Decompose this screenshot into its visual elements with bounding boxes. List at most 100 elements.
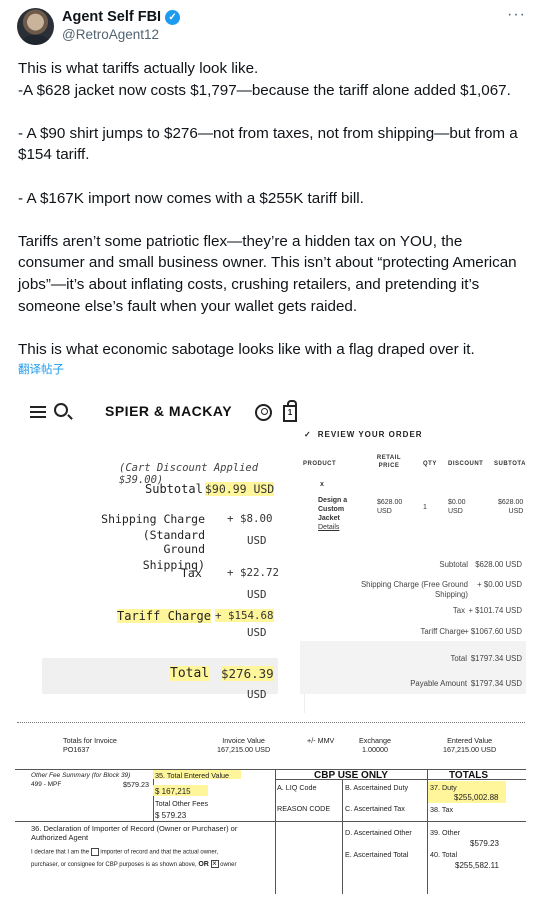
declaration-line-1: I declare that I am the importer of reco… xyxy=(31,848,218,858)
cbp-text: 167,215.00 USD xyxy=(217,745,271,754)
tax-label: Tax xyxy=(181,566,202,580)
other-fee-summary: Other Fee Summary (for Block 39) 499 - M… xyxy=(31,771,130,789)
tweet-image[interactable]: SPIER & MACKAY 1 (Cart Discount Applied … xyxy=(15,390,526,894)
item-details-link: Details xyxy=(318,524,340,531)
search-icon xyxy=(54,403,68,417)
remove-item-icon: x xyxy=(320,481,324,488)
block35-value: $ 167,215 xyxy=(155,787,191,796)
author-avatar[interactable] xyxy=(17,8,54,45)
hamburger-menu-icon xyxy=(30,406,46,418)
col-retail-price: RETAIL PRICE xyxy=(374,454,404,470)
declaration-heading: 36. Declaration of Importer of Record (O… xyxy=(31,824,237,842)
cbp-text: purchaser, or consignee for CBP purposes… xyxy=(31,862,197,868)
rv-tax-value: + $101.74 USD xyxy=(468,606,522,615)
col-retail-line: PRICE xyxy=(378,463,400,469)
cbp-text: owner xyxy=(220,862,237,868)
declaration-line-2: purchaser, or consignee for CBP purposes… xyxy=(31,860,237,870)
cbp-text: 499 - MPF xyxy=(31,781,62,788)
shop-header: SPIER & MACKAY 1 xyxy=(15,390,305,435)
item-subtotal-currency: USD xyxy=(508,508,524,515)
item-name-line: Custom xyxy=(318,506,345,513)
block35-label: 35. Total Entered Value xyxy=(155,771,230,780)
total-currency: USD xyxy=(247,688,267,701)
rv-payable-label: Payable Amount xyxy=(410,679,467,688)
cbp-text: 167,215.00 USD xyxy=(443,745,497,754)
shipping-currency: USD xyxy=(247,534,267,547)
col-retail-line: RETAIL xyxy=(376,455,402,461)
ascertained-other: D. Ascertained Other xyxy=(345,828,412,837)
block40-value: $255,582.11 xyxy=(455,861,499,870)
user-icon xyxy=(255,404,272,421)
cbp-text: Invoice Value xyxy=(222,736,265,745)
entered-value: Entered Value 167,215.00 USD xyxy=(443,736,496,754)
shopping-bag-icon: 1 xyxy=(283,400,297,422)
col-qty: QTY xyxy=(423,461,437,467)
block37-value: $255,002.88 xyxy=(454,793,499,802)
author-name[interactable]: Agent Self FBI xyxy=(62,9,161,25)
col-discount: DISCOUNT xyxy=(448,461,484,467)
cbp-text: Other Fee Summary (for Block 39) xyxy=(31,772,131,779)
tweet-paragraph: Tariffs aren’t some patriotic flex—they’… xyxy=(18,232,521,315)
item-discount-value: $0.00 xyxy=(448,499,466,506)
rv-payable-value: $1797.34 USD xyxy=(470,679,522,688)
col-product: PRODUCT xyxy=(303,461,337,467)
block38-label: 38. Tax xyxy=(430,805,454,814)
rv-tariff-value: + $1067.60 USD xyxy=(464,627,522,636)
cbp-text: importer of record and that the actual o… xyxy=(100,849,219,856)
item-subtotal: $628.00 USD xyxy=(498,498,523,516)
cbp-text: PO1637 xyxy=(63,745,90,754)
author-handle[interactable]: @RetroAgent12 xyxy=(62,27,159,42)
rv-tariff-label: Tariff Charge xyxy=(420,627,466,636)
cbp-text: Authorized Agent xyxy=(31,833,89,842)
col-subtotal: SUBTOTAL xyxy=(494,461,526,467)
item-qty: 1 xyxy=(423,504,427,511)
item-discount: $0.00 USD xyxy=(448,498,466,516)
item-retail-currency: USD xyxy=(377,508,392,515)
totals-heading: TOTALS xyxy=(449,770,489,781)
dotted-rule xyxy=(17,722,525,723)
cbp-entry-form: Totals for Invoice PO1637 Invoice Value … xyxy=(15,713,526,894)
rv-total-label: Total xyxy=(450,654,467,663)
shipping-label-line: (Standard Ground xyxy=(142,528,205,556)
shipping-value: + $8.00 xyxy=(227,512,273,525)
block40-label: 40. Total xyxy=(430,850,458,859)
totals-invoice: Totals for Invoice PO1637 xyxy=(63,736,117,754)
shipping-label: Shipping Charge (Standard Ground Shippin… xyxy=(99,512,205,572)
cbp-text: Totals for Invoice xyxy=(63,736,117,745)
review-heading: REVIEW YOUR ORDER xyxy=(304,430,423,439)
form-rule xyxy=(275,769,276,894)
shipping-label-line: Shipping Charge xyxy=(101,512,205,526)
tweet-paragraph: This is what economic sabotage looks lik… xyxy=(18,340,475,358)
rv-shipping-line: Shipping Charge (Free Ground xyxy=(360,580,468,589)
reason-code: REASON CODE xyxy=(277,804,331,813)
cbp-text: I declare that I am the xyxy=(31,849,90,856)
total-label: Total xyxy=(170,666,210,681)
brand-logo: SPIER & MACKAY xyxy=(105,403,233,419)
rv-subtotal-label: Subtotal xyxy=(439,560,468,569)
exchange: Exchange 1.00000 xyxy=(359,736,391,754)
item-retail-value: $628.00 xyxy=(377,499,403,506)
block39-value: $579.23 xyxy=(470,839,499,848)
checkbox-checked-icon: × xyxy=(210,859,219,869)
tweet-paragraph: - A $90 shirt jumps to $276—not from tax… xyxy=(18,124,522,164)
rv-shipping-line: Shipping) xyxy=(435,590,468,599)
more-horizontal-icon[interactable]: ··· xyxy=(507,6,526,24)
translate-post-link[interactable]: 翻译帖子 xyxy=(18,361,64,377)
ascertained-duty: B. Ascertained Duty xyxy=(345,783,409,792)
form-rule xyxy=(275,779,526,780)
other-fees-label: Total Other Fees xyxy=(155,799,209,808)
cbp-text: Exchange xyxy=(359,736,391,745)
tariff-label: Tariff Charge xyxy=(117,609,211,623)
cbp-use-only: CBP USE ONLY xyxy=(314,770,388,781)
item-discount-currency: USD xyxy=(448,508,463,515)
subtotal-label: Subtotal xyxy=(145,482,203,496)
ascertained-total: E. Ascertained Total xyxy=(345,850,409,859)
tweet-paragraph: This is what tariffs actually look like.… xyxy=(18,60,511,99)
total-value: $276.39 xyxy=(221,666,274,681)
other-fee-amount: $579.23 xyxy=(123,780,149,789)
item-name-line: Design a xyxy=(318,497,348,504)
rv-total-value: $1797.34 USD xyxy=(470,654,522,663)
tariff-currency: USD xyxy=(247,626,267,639)
item-name: Design a Custom Jacket Details xyxy=(318,496,347,532)
mmv: +/- MMV xyxy=(307,736,335,745)
